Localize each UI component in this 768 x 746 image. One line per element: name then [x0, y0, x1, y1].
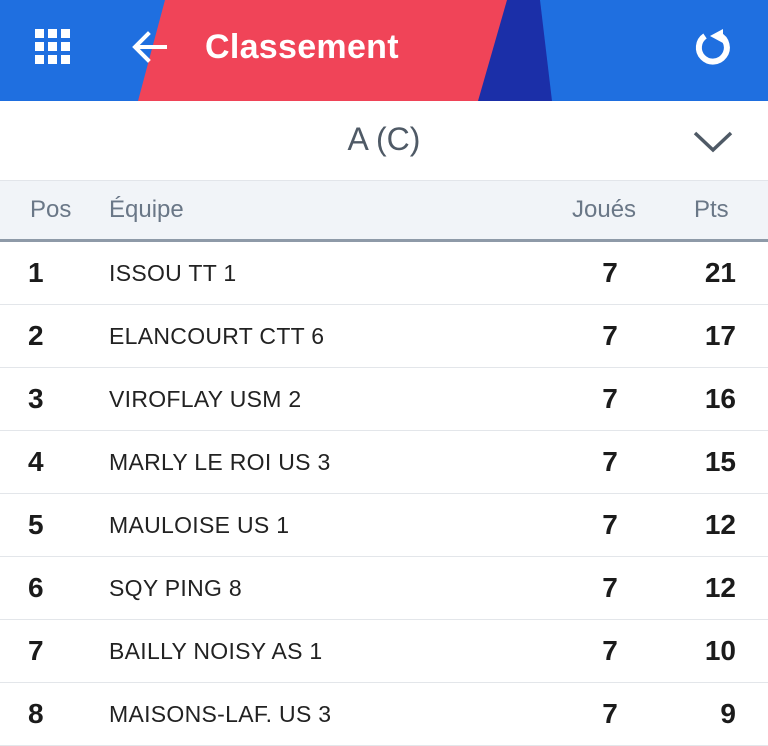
- row-position: 2: [28, 320, 44, 351]
- row-position: 1: [28, 257, 44, 288]
- row-position: 3: [28, 383, 44, 414]
- row-position: 8: [28, 698, 44, 729]
- row-played: 7: [602, 572, 618, 603]
- row-points: 17: [704, 320, 736, 351]
- table-row[interactable]: 4 MARLY LE ROI US 3 7 15: [0, 431, 768, 494]
- row-team: BAILLY NOISY AS 1: [109, 638, 323, 664]
- page-title: Classement: [205, 28, 399, 66]
- row-played: 7: [602, 257, 618, 288]
- row-points: 10: [704, 635, 736, 666]
- row-played: 7: [602, 320, 618, 351]
- row-points: 21: [704, 257, 736, 288]
- row-team: MAISONS-LAF. US 3: [109, 701, 332, 727]
- table-row[interactable]: 3 VIROFLAY USM 2 7 16: [0, 368, 768, 431]
- column-header-pos: Pos: [30, 196, 72, 223]
- row-position: 7: [28, 635, 44, 666]
- row-played: 7: [602, 509, 618, 540]
- column-header-team: Équipe: [109, 196, 184, 223]
- row-points: 16: [704, 383, 736, 414]
- row-position: 4: [28, 446, 44, 477]
- row-played: 7: [602, 383, 618, 414]
- table-row[interactable]: 7 BAILLY NOISY AS 1 7 10: [0, 620, 768, 683]
- row-points: 9: [720, 698, 736, 729]
- row-points: 12: [704, 509, 736, 540]
- arrow-left-icon[interactable]: [126, 24, 172, 70]
- table-row[interactable]: 2 ELANCOURT CTT 6 7 17: [0, 305, 768, 368]
- row-team: ELANCOURT CTT 6: [109, 323, 325, 349]
- standings-table-body: 1 ISSOU TT 1 7 21 2 ELANCOURT CTT 6 7 17…: [0, 242, 768, 746]
- table-row[interactable]: 5 MAULOISE US 1 7 12: [0, 494, 768, 557]
- row-team: MAULOISE US 1: [109, 512, 290, 538]
- column-header-points: Pts: [694, 196, 729, 223]
- group-selector[interactable]: A (C): [0, 101, 768, 181]
- table-row[interactable]: 8 MAISONS-LAF. US 3 7 9: [0, 683, 768, 746]
- column-header-played: Joués: [572, 196, 637, 223]
- row-team: SQY PING 8: [109, 575, 242, 601]
- standings-table-header: Pos Équipe Joués Pts: [0, 181, 768, 242]
- row-team: MARLY LE ROI US 3: [109, 449, 331, 475]
- table-row[interactable]: 6 SQY PING 8 7 12: [0, 557, 768, 620]
- row-played: 7: [602, 446, 618, 477]
- row-position: 5: [28, 509, 44, 540]
- row-played: 7: [602, 635, 618, 666]
- row-team: ISSOU TT 1: [109, 260, 237, 286]
- row-points: 12: [704, 572, 736, 603]
- app-header: Classement: [0, 0, 768, 101]
- row-position: 6: [28, 572, 44, 603]
- group-selector-value: A (C): [347, 121, 421, 157]
- row-points: 15: [704, 446, 736, 477]
- table-row[interactable]: 1 ISSOU TT 1 7 21: [0, 242, 768, 305]
- row-team: VIROFLAY USM 2: [109, 386, 302, 412]
- chevron-down-icon[interactable]: [690, 123, 736, 159]
- row-played: 7: [602, 698, 618, 729]
- refresh-icon[interactable]: [688, 22, 738, 72]
- grid-icon[interactable]: [30, 24, 76, 70]
